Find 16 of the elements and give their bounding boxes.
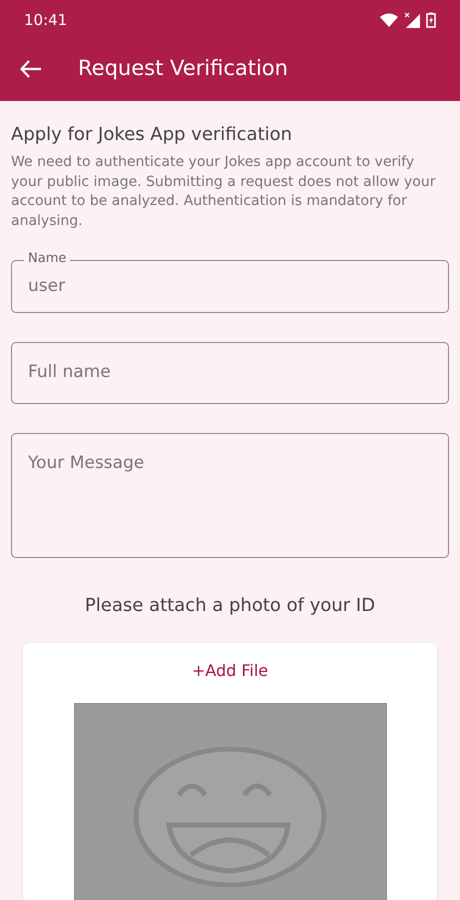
status-time: 10:41 [24, 10, 68, 31]
back-arrow-icon[interactable] [20, 60, 42, 78]
wifi-icon [380, 13, 398, 27]
section-heading: Apply for Jokes App verification [11, 123, 294, 147]
app-bar-title: Request Verification [78, 54, 288, 82]
field-placeholder: Your Message [28, 452, 144, 475]
smiley-face-icon [133, 747, 327, 887]
message-field[interactable]: Your Message [11, 433, 449, 558]
description-text: We need to authenticate your Jokes app account to verify your public image. Submitting a request does not allow your account to be analyzed. Authentication is mandatory for analysing. [11, 153, 436, 230]
battery-icon [426, 12, 436, 28]
text-field[interactable]: Full name [11, 342, 449, 404]
signal-icon [404, 12, 420, 28]
attach-prompt: Please attach a photo of your ID [84, 594, 376, 618]
field-value: user [28, 274, 66, 298]
add-file-button[interactable]: +Add File [192, 659, 268, 683]
field-placeholder: Full name [28, 361, 111, 384]
